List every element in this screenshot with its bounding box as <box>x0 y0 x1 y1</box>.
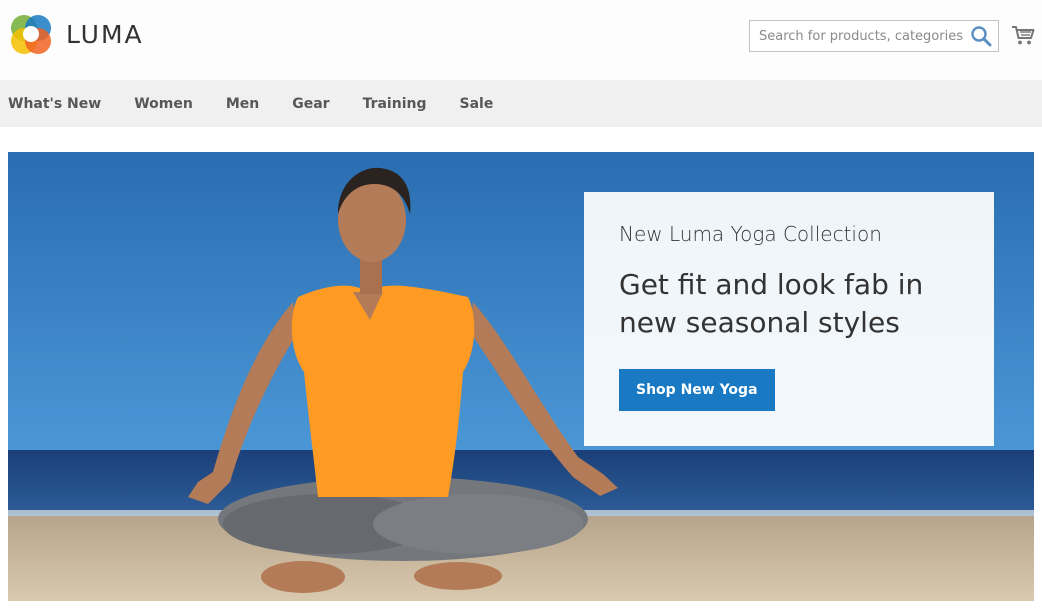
search-box <box>749 20 999 52</box>
nav-item-gear[interactable]: Gear <box>292 96 329 112</box>
search-input[interactable] <box>750 21 964 51</box>
nav-item-men[interactable]: Men <box>226 96 259 112</box>
search-button[interactable] <box>964 21 998 51</box>
brand-name: LUMA <box>66 19 144 49</box>
nav-item-sale[interactable]: Sale <box>459 96 493 112</box>
search-icon <box>971 26 992 47</box>
promo-card: New Luma Yoga Collection Get fit and loo… <box>584 192 994 446</box>
cart-button[interactable] <box>1010 22 1036 48</box>
promo-title-line-1: Get fit and look fab in <box>619 268 924 301</box>
promo-title-line-2: new seasonal styles <box>619 306 900 339</box>
promo-subtitle: New Luma Yoga Collection <box>619 222 882 246</box>
page-header: LUMA <box>0 0 1042 80</box>
hero-banner[interactable]: New Luma Yoga Collection Get fit and loo… <box>8 152 1034 601</box>
promo-title: Get fit and look fab in new seasonal sty… <box>619 266 959 342</box>
luma-logo-icon <box>11 15 51 54</box>
main-navigation: What's New Women Men Gear Training Sale <box>0 80 1042 127</box>
cart-icon <box>1012 26 1035 45</box>
shop-new-yoga-button[interactable]: Shop New Yoga <box>619 369 775 411</box>
nav-item-training[interactable]: Training <box>363 96 427 112</box>
luma-logo[interactable]: LUMA <box>8 10 158 58</box>
nav-item-whats-new[interactable]: What's New <box>8 96 101 112</box>
nav-item-women[interactable]: Women <box>134 96 193 112</box>
